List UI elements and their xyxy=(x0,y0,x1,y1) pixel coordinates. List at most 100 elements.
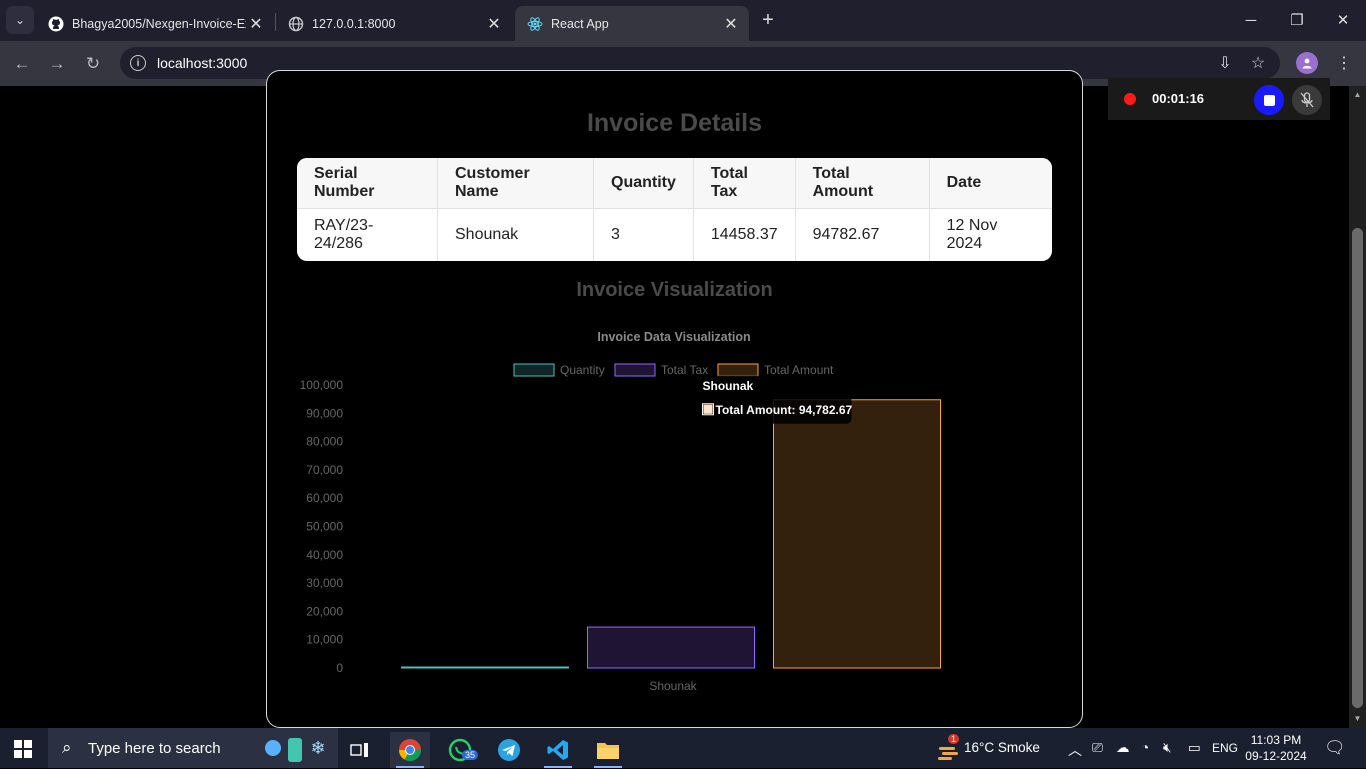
chart-legend: Quantity Total Tax Total Amount xyxy=(513,363,834,377)
windows-taskbar: ⌕ Type here to search ❄ 35 1 16°C Smoke … xyxy=(0,728,1366,768)
weather-icon[interactable]: 1 xyxy=(928,732,968,768)
browser-menu-icon[interactable]: ⋮ xyxy=(1333,52,1355,74)
show-hidden-icons-chevron-icon[interactable]: ︿ xyxy=(1068,740,1082,760)
meet-now-icon[interactable]: ⎚ xyxy=(1092,740,1103,756)
notification-center-icon[interactable]: 🗨︎ xyxy=(1324,738,1346,758)
battery-icon[interactable]: ▭ xyxy=(1188,740,1201,756)
cell-total-tax: 14458.37 xyxy=(694,209,796,261)
bookmark-star-icon[interactable]: ☆ xyxy=(1247,52,1269,74)
task-view-icon[interactable] xyxy=(340,732,380,768)
onedrive-cloud-icon[interactable]: ☁ xyxy=(1116,740,1130,756)
url-text[interactable]: localhost:3000 xyxy=(157,55,247,71)
legend-label[interactable]: Total Tax xyxy=(661,363,708,377)
bar-chart[interactable]: Invoice Data Visualization Quantity Total… xyxy=(280,320,1000,700)
y-tick-label: 90,000 xyxy=(306,406,343,420)
taskbar-search-box[interactable]: ⌕ Type here to search ❄ xyxy=(48,728,338,768)
legend-label[interactable]: Quantity xyxy=(560,363,605,377)
clock-date: 09-12-2024 xyxy=(1245,749,1307,763)
scroll-down-arrow-icon[interactable]: ▼ xyxy=(1352,714,1363,724)
close-tab-icon[interactable]: ✕ xyxy=(246,14,266,34)
recording-dot-icon xyxy=(1124,93,1136,105)
profile-avatar-icon[interactable] xyxy=(1296,52,1318,74)
site-info-icon[interactable]: i xyxy=(130,55,146,71)
input-language[interactable]: ENG xyxy=(1212,741,1238,755)
page-title: Invoice Details xyxy=(586,109,763,137)
tab-title: 127.0.0.1:8000 xyxy=(312,16,396,31)
tooltip-swatch-fill xyxy=(703,404,713,414)
x-tick-label: Shounak xyxy=(649,679,697,693)
scrollbar-thumb[interactable] xyxy=(1352,228,1363,708)
chrome-taskbar-icon[interactable] xyxy=(390,732,430,768)
legend-swatch[interactable] xyxy=(513,363,555,377)
y-tick-label: 40,000 xyxy=(306,548,343,562)
svg-text:❄: ❄ xyxy=(310,738,325,758)
cell-quantity: 3 xyxy=(594,209,694,261)
scroll-up-arrow-icon[interactable]: ▲ xyxy=(1352,90,1363,100)
search-highlight-illustration-icon: ❄ xyxy=(260,734,330,764)
vscode-taskbar-icon[interactable] xyxy=(538,732,578,768)
mic-muted-button[interactable] xyxy=(1292,85,1322,115)
tooltip-title: Shounak xyxy=(703,379,754,393)
cell-date: 12 Nov 2024 xyxy=(946,217,998,252)
whatsapp-taskbar-icon[interactable]: 35 xyxy=(440,732,480,768)
restore-icon[interactable]: ❐ xyxy=(1274,0,1320,40)
column-header-total-tax: Total Tax xyxy=(693,158,796,209)
tab-title: Bhagya2005/Nexgen-Invoice-Ex xyxy=(72,16,246,31)
stop-icon xyxy=(1263,94,1275,106)
tooltip-label: Total Amount: 94,782.67 xyxy=(716,403,853,417)
windows-start-icon[interactable] xyxy=(14,740,32,758)
x-axis: Shounak xyxy=(649,679,697,693)
y-tick-label: 80,000 xyxy=(306,435,343,449)
column-header-customer-name: Customer Name xyxy=(438,158,594,209)
close-tab-icon[interactable]: ✕ xyxy=(721,14,741,34)
bar-total-amount[interactable] xyxy=(773,399,941,669)
y-tick-label: 70,000 xyxy=(306,463,343,477)
back-arrow-icon[interactable]: ← xyxy=(9,51,35,77)
file-explorer-taskbar-icon[interactable] xyxy=(588,732,628,768)
tab-search-dropdown-icon[interactable]: ⌄ xyxy=(6,6,34,34)
tab-react-app[interactable]: React App ✕ xyxy=(515,6,749,41)
legend-label[interactable]: Total Amount xyxy=(764,363,834,377)
minimize-icon[interactable]: ─ xyxy=(1228,0,1274,40)
stop-recording-button[interactable] xyxy=(1254,85,1284,115)
weather-text[interactable]: 16°C Smoke xyxy=(964,740,1040,755)
whatsapp-unread-badge: 35 xyxy=(462,750,479,760)
forward-arrow-icon[interactable]: → xyxy=(44,51,70,77)
visualization-heading: Invoice Visualization xyxy=(576,279,773,301)
search-icon: ⌕ xyxy=(62,738,72,757)
bar-total-tax[interactable] xyxy=(587,626,755,669)
y-tick-label: 10,000 xyxy=(306,633,343,647)
close-window-icon[interactable]: ✕ xyxy=(1320,0,1366,40)
network-icon[interactable]: ◔ xyxy=(1141,740,1149,755)
page-scrollbar[interactable]: ▲ ▼ xyxy=(1349,86,1366,728)
globe-icon xyxy=(288,16,304,32)
legend-swatch[interactable] xyxy=(614,363,656,377)
column-header-quantity: Quantity xyxy=(594,158,694,209)
y-tick-label: 0 xyxy=(336,661,343,675)
recording-timer: 00:01:16 xyxy=(1152,91,1205,106)
y-axis: 100,000 90,000 80,000 70,000 60,000 50,000 40,… xyxy=(300,378,344,675)
tab-github[interactable]: Bhagya2005/Nexgen-Invoice-Ex ✕ xyxy=(36,6,274,41)
column-header-serial-number: Serial Number xyxy=(297,158,438,209)
legend-swatch[interactable] xyxy=(717,363,759,377)
new-tab-plus-icon[interactable]: + xyxy=(756,8,780,32)
chart-title: Invoice Data Visualization xyxy=(597,330,750,344)
weather-alert-badge: 1 xyxy=(948,734,960,744)
taskbar-clock[interactable]: 11:03 PM 09-12-2024 xyxy=(1240,732,1312,764)
telegram-taskbar-icon[interactable] xyxy=(489,732,529,768)
bars xyxy=(401,399,941,669)
install-app-icon[interactable]: ⇩ xyxy=(1214,52,1236,74)
table-header-row: Serial Number Customer Name Quantity Tot… xyxy=(297,158,1052,209)
bar-quantity[interactable] xyxy=(401,666,569,669)
tab-localhost-8000[interactable]: 127.0.0.1:8000 ✕ xyxy=(276,6,512,41)
cell-serial-number: RAY/23-24/286 xyxy=(297,209,438,261)
chart-tooltip: Shounak Total Amount: 94,782.67 xyxy=(695,375,853,424)
column-header-date: Date xyxy=(929,158,1052,209)
close-tab-icon[interactable]: ✕ xyxy=(484,14,504,34)
volume-muted-icon[interactable]: 🔇︎ xyxy=(1163,740,1172,756)
react-icon xyxy=(527,16,543,32)
search-placeholder: Type here to search xyxy=(88,740,221,757)
y-tick-label: 60,000 xyxy=(306,491,343,505)
reload-icon[interactable]: ↻ xyxy=(80,51,106,77)
column-header-total-amount: Total Amount xyxy=(795,158,930,209)
